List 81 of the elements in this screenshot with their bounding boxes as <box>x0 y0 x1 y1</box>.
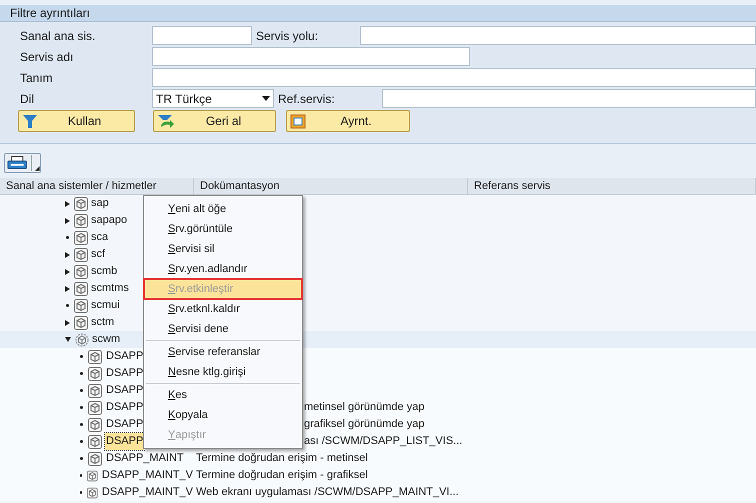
field-label: Sanal ana sis. <box>20 28 96 44</box>
button[interactable]: Geri al <box>153 110 276 132</box>
menu-item[interactable]: Servisi sil <box>144 239 302 259</box>
bullet-icon <box>80 372 83 375</box>
input-field[interactable] <box>382 89 756 108</box>
bullet-icon <box>80 474 82 477</box>
node-label[interactable]: DSAPP <box>105 365 144 382</box>
cube-icon <box>74 196 88 210</box>
cube-icon <box>74 316 88 330</box>
node-label[interactable]: DSAPP_MAINT_V <box>100 467 194 484</box>
node-label[interactable]: sap <box>91 195 109 212</box>
bullet-icon <box>80 440 83 443</box>
doc-text: Termine doğrudan erişim - metinsel <box>196 452 368 464</box>
bullet-icon <box>80 406 83 409</box>
doc-text: ası /SCWM/DSAPP_LIST_VIS... <box>304 435 462 448</box>
doc-text: grafiksel görünümde yap <box>304 418 424 430</box>
menu-item[interactable]: Servisi dene <box>144 319 302 339</box>
node-label[interactable]: DSAPP <box>105 433 144 450</box>
menu-item[interactable]: Nesne ktlg.girişi <box>144 362 302 382</box>
input-field[interactable] <box>152 47 470 66</box>
bullet-icon <box>66 304 69 307</box>
input-field[interactable] <box>360 26 756 45</box>
cube-icon <box>74 282 88 296</box>
node-label[interactable]: scmtms <box>91 280 129 297</box>
column-header[interactable]: Sanal ana sistemler / hizmetler <box>0 178 194 194</box>
cube-icon <box>74 214 88 228</box>
menu-item[interactable]: Kes <box>144 385 302 405</box>
doc-text: Termine doğrudan erişim - grafiksel <box>196 469 368 482</box>
cube-icon <box>74 298 88 312</box>
field-label: Servis yolu: <box>255 28 320 44</box>
field-label: Tanım <box>20 70 54 86</box>
button[interactable]: Kullan <box>18 110 135 132</box>
doc-text: Web ekranı uygulaması /SCWM/DSAPP_MAINT_VI... <box>196 486 459 498</box>
menu-item[interactable]: Yeni alt öğe <box>144 199 302 219</box>
bullet-icon <box>80 491 82 494</box>
button[interactable]: Ayrnt. <box>286 110 410 132</box>
node-label[interactable]: scmb <box>91 263 118 280</box>
input-field[interactable] <box>152 26 252 45</box>
bullet-icon <box>80 355 83 358</box>
funnel-arrow-icon <box>157 114 175 128</box>
node-label[interactable]: sca <box>91 229 108 246</box>
cube-icon <box>74 248 88 262</box>
menu-item[interactable]: Kopyala <box>144 405 302 425</box>
node-label[interactable]: scf <box>91 246 106 263</box>
menu-item[interactable]: Srv.yen.adlandır <box>144 259 302 279</box>
printer-icon <box>7 155 28 171</box>
caret-icon <box>262 96 270 101</box>
field-label: Servis adı <box>20 48 74 66</box>
collapse-icon[interactable] <box>65 337 71 342</box>
node-label[interactable]: DSAPP <box>105 382 144 399</box>
node-label[interactable]: sctm <box>91 314 114 331</box>
bullet-icon <box>80 423 83 426</box>
node-label[interactable]: sapapo <box>91 212 128 229</box>
print-button[interactable] <box>4 153 41 173</box>
input-field[interactable] <box>152 68 756 87</box>
column-header[interactable]: Dokümantasyon <box>194 178 468 194</box>
menu-item[interactable]: Srv.etknl.kaldır <box>144 299 302 319</box>
node-label[interactable]: DSAPP_MAINT <box>105 450 185 467</box>
bullet-icon <box>80 389 83 392</box>
bullet-icon <box>80 457 83 460</box>
cube-icon <box>75 332 89 346</box>
column-header[interactable]: Referans servis <box>468 178 756 194</box>
node-label[interactable]: scwm <box>92 331 120 348</box>
node-label[interactable]: DSAPP <box>105 399 144 416</box>
node-label[interactable]: scmui <box>91 297 120 314</box>
node-label[interactable]: DSAPP <box>105 416 144 433</box>
menu-item[interactable]: Srv.görüntüle <box>144 219 302 239</box>
doc-text: metinsel görünümde yap <box>304 401 424 414</box>
funnel-icon <box>22 114 38 128</box>
node-label[interactable]: DSAPP_MAINT_V <box>100 484 194 501</box>
panel-title: Filtre ayrıntıları <box>10 5 90 22</box>
dropdown-field[interactable]: TR Türkçe <box>152 89 274 108</box>
cube-icon <box>74 230 88 244</box>
node-label[interactable]: DSAPP <box>105 348 144 365</box>
details-icon <box>290 114 306 128</box>
cube-icon <box>74 264 88 278</box>
menu-item[interactable]: Servise referanslar <box>144 342 302 362</box>
bullet-icon <box>66 236 69 239</box>
field-label: Ref.servis: <box>277 90 336 108</box>
dropdown-icon <box>35 166 40 170</box>
field-label: Dil <box>20 90 35 108</box>
